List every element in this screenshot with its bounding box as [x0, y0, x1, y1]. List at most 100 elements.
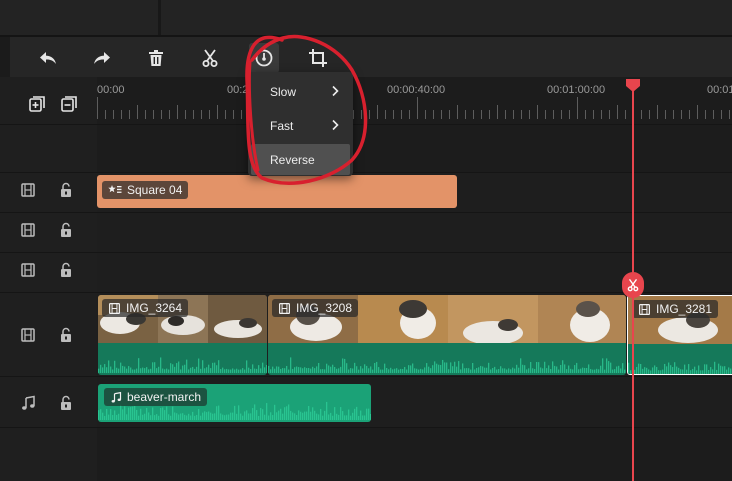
video-clip[interactable]: IMG_3264: [98, 295, 267, 375]
row-divider: [0, 376, 97, 377]
waveform-bar: [330, 412, 332, 420]
clip-label-chip: beaver-march: [104, 388, 208, 406]
remove-track-button[interactable]: [59, 94, 79, 114]
waveform-bar: [266, 364, 267, 373]
waveform-bar: [150, 368, 152, 373]
waveform-bar: [708, 370, 710, 374]
waveform-bar: [306, 368, 308, 373]
waveform-bar: [488, 362, 490, 373]
waveform-bar: [544, 361, 546, 373]
waveform-bar: [514, 368, 516, 373]
waveform-bar: [184, 364, 186, 373]
waveform-bar: [392, 369, 394, 373]
clip-label: beaver-march: [127, 390, 202, 404]
waveform-bar: [680, 369, 682, 374]
playhead-handle[interactable]: [626, 79, 640, 92]
waveform-bar: [396, 368, 398, 373]
track-lock-toggle[interactable]: [56, 220, 76, 240]
redo-button[interactable]: [87, 43, 117, 73]
waveform-bar: [420, 368, 422, 373]
waveform-bar: [372, 369, 374, 373]
cut-button[interactable]: [195, 43, 225, 73]
waveform-bar: [254, 404, 256, 420]
audio-clip[interactable]: beaver-march: [98, 384, 371, 422]
waveform-bar: [212, 362, 214, 373]
waveform-bar: [238, 369, 240, 373]
waveform-bar: [408, 365, 410, 373]
waveform-icon: [628, 361, 732, 374]
waveform-bar: [174, 412, 176, 420]
waveform-bar: [366, 365, 368, 373]
track-lock-toggle[interactable]: [56, 260, 76, 280]
waveform-bar: [144, 413, 146, 420]
waveform-bar: [120, 362, 122, 373]
waveform-bar: [582, 367, 584, 373]
waveform-bar: [320, 408, 322, 420]
waveform-bar: [196, 414, 198, 420]
waveform-bar: [484, 367, 486, 373]
waveform-bar: [152, 362, 154, 373]
panel-divider[interactable]: [158, 0, 161, 35]
waveform-bar: [204, 368, 206, 373]
menu-item-reverse[interactable]: Reverse: [251, 144, 350, 175]
speed-button[interactable]: [249, 43, 279, 73]
waveform-bar: [526, 369, 528, 373]
waveform-bar: [126, 414, 128, 420]
waveform-bar: [434, 361, 436, 373]
waveform-bar: [350, 368, 352, 373]
ruler-timecode: 00:01:20:00: [707, 84, 732, 96]
waveform-bar: [354, 362, 356, 373]
add-track-button[interactable]: [27, 94, 47, 114]
track-lock-toggle[interactable]: [56, 325, 76, 345]
track-lock-toggle[interactable]: [56, 180, 76, 200]
waveform-bar: [580, 368, 582, 373]
waveform-bar: [370, 366, 372, 373]
waveform-bar: [304, 367, 306, 373]
clip-label: IMG_3208: [296, 301, 353, 315]
waveform-bar: [622, 363, 624, 373]
waveform-bar: [248, 413, 250, 420]
waveform-bar: [436, 363, 438, 373]
waveform-bar: [306, 411, 308, 420]
undo-button[interactable]: [33, 43, 63, 73]
waveform-bar: [228, 369, 230, 373]
waveform-bar: [674, 362, 676, 374]
waveform-bar: [160, 357, 162, 373]
waveform-bar: [462, 363, 464, 373]
waveform-bar: [362, 368, 364, 373]
waveform-bar: [552, 361, 554, 373]
menu-item-slow[interactable]: Slow: [251, 76, 350, 107]
split-at-playhead-button[interactable]: [622, 272, 644, 298]
film-icon: [109, 302, 120, 314]
waveform-bar: [638, 363, 640, 374]
waveform-bar: [188, 369, 190, 373]
waveform-bar: [104, 415, 106, 420]
unlock-icon: [61, 327, 71, 342]
waveform-bar: [460, 369, 462, 373]
track-type-video: [18, 220, 38, 240]
crop-button[interactable]: [303, 43, 333, 73]
waveform-bar: [106, 409, 108, 420]
unlock-icon: [61, 262, 71, 277]
clip-label-chip: IMG_3264: [102, 299, 189, 317]
waveform-bar: [562, 360, 564, 373]
waveform-bar: [98, 368, 100, 373]
waveform-bar: [154, 362, 156, 373]
waveform-bar: [550, 368, 552, 373]
track-lock-toggle[interactable]: [56, 393, 76, 413]
video-clip-selected[interactable]: IMG_3281: [627, 295, 732, 375]
waveform-bar: [516, 364, 518, 373]
waveform-bar: [258, 365, 260, 373]
waveform-bar: [492, 368, 494, 373]
delete-button[interactable]: [141, 43, 171, 73]
clip-audio-waveform: [98, 343, 267, 375]
waveform-bar: [270, 369, 272, 373]
video-clip[interactable]: IMG_3208: [268, 295, 626, 375]
waveform-bar: [98, 410, 100, 420]
waveform-bar: [414, 368, 416, 373]
waveform-bar: [602, 358, 604, 373]
title-clip[interactable]: Square 04: [97, 175, 457, 208]
waveform-bar: [134, 369, 136, 373]
menu-item-fast[interactable]: Fast: [251, 110, 350, 141]
waveform-bar: [262, 362, 264, 373]
